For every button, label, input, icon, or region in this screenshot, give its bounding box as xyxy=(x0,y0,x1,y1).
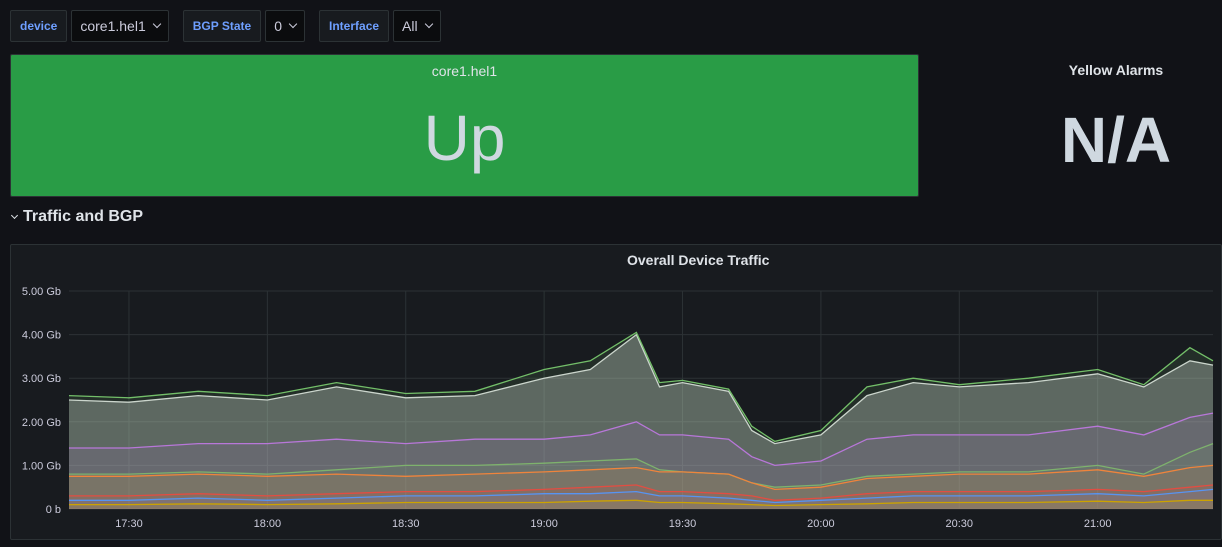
chevron-down-icon xyxy=(152,19,161,29)
yellow-alarms-panel[interactable]: Yellow Alarms N/A xyxy=(1010,54,1222,197)
x-tick-label: 18:00 xyxy=(254,518,282,530)
overall-device-traffic-panel[interactable]: Overall Device Traffic 0 b 1.00 Gb 2.00 Gb… xyxy=(10,244,1222,540)
chevron-down-icon xyxy=(10,211,19,220)
variable-bar: device core1.hel1 BGP State 0 Interface … xyxy=(10,10,455,42)
variable-interface: Interface All xyxy=(319,10,441,42)
variable-label-device: device xyxy=(10,10,68,42)
interface-select-value: All xyxy=(402,18,418,34)
row-header-traffic-bgp[interactable]: Traffic and BGP xyxy=(10,208,144,226)
device-select[interactable]: core1.hel1 xyxy=(71,10,169,42)
x-tick-label: 17:30 xyxy=(115,518,143,530)
x-tick-label: 20:00 xyxy=(807,518,835,530)
x-tick-label: 19:00 xyxy=(530,518,558,530)
y-tick-label: 1.00 Gb xyxy=(22,460,61,472)
x-tick-label: 20:30 xyxy=(946,518,974,530)
alarm-panel-title: Yellow Alarms xyxy=(1068,62,1164,78)
x-tick-label: 18:30 xyxy=(392,518,420,530)
chevron-down-icon xyxy=(288,19,298,29)
row-title: Traffic and BGP xyxy=(23,208,144,225)
y-tick-label: 0 b xyxy=(46,504,61,516)
variable-label-bgp-state: BGP State xyxy=(182,10,262,42)
chevron-down-icon xyxy=(424,19,433,29)
interface-select[interactable]: All xyxy=(393,10,441,42)
x-tick-label: 21:00 xyxy=(1084,518,1112,530)
variable-bgp-state: BGP State 0 xyxy=(182,10,306,42)
alarm-panel-value: N/A xyxy=(1060,104,1172,176)
variable-device: device core1.hel1 xyxy=(10,10,169,42)
y-tick-label: 3.00 Gb xyxy=(22,373,61,385)
bgp-state-select[interactable]: 0 xyxy=(265,10,306,42)
y-tick-label: 4.00 Gb xyxy=(22,330,61,342)
status-panel-value: Up xyxy=(423,102,506,174)
y-tick-label: 5.00 Gb xyxy=(22,286,61,298)
y-tick-label: 2.00 Gb xyxy=(22,417,61,429)
status-panel-title: core1.hel1 xyxy=(431,63,498,79)
bgp-state-select-value: 0 xyxy=(274,18,283,34)
traffic-chart[interactable]: 0 b 1.00 Gb 2.00 Gb 3.00 Gb 4.00 Gb 5.00 Gb 17… xyxy=(11,245,1222,541)
device-status-panel[interactable]: core1.hel1 Up xyxy=(10,54,919,197)
x-tick-label: 19:30 xyxy=(669,518,697,530)
variable-label-interface: Interface xyxy=(319,10,390,42)
device-select-value: core1.hel1 xyxy=(80,18,146,34)
